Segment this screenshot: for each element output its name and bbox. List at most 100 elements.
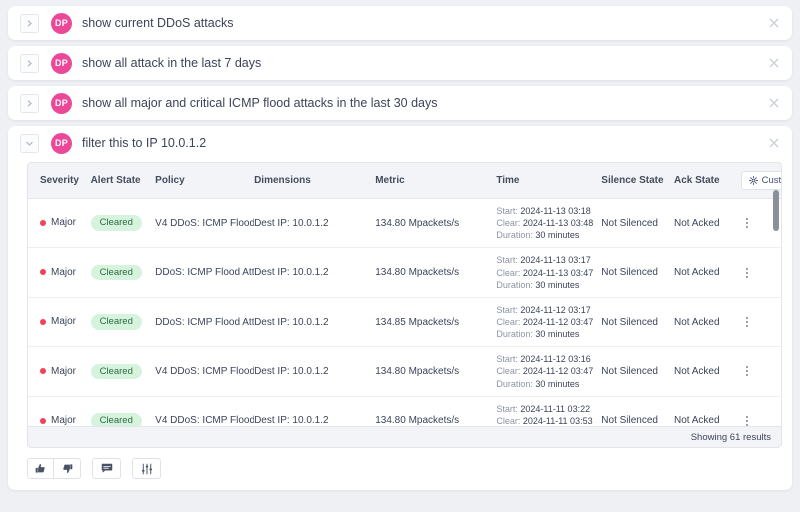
cell-policy: V4 DDoS: ICMP Flood ... — [155, 396, 255, 426]
cell-severity: Major — [28, 346, 91, 397]
thumbs-down-button[interactable] — [54, 458, 81, 479]
chevron-right-icon — [27, 59, 32, 67]
time-start: Start: 2024-11-13 03:17 — [496, 255, 591, 266]
cell-alert-state: Cleared — [90, 247, 156, 298]
time-start: Start: 2024-11-11 03:22 — [496, 403, 591, 414]
customize-label: Customize — [761, 175, 781, 186]
col-ack-state[interactable]: Ack State — [673, 163, 741, 199]
table-row[interactable]: Major Cleared V4 DDoS: ICMP Flood ...Dest … — [28, 198, 781, 249]
gear-icon — [748, 176, 758, 185]
time-clear: Clear: 2024-11-11 03:53 — [496, 415, 593, 426]
close-icon[interactable] — [767, 136, 781, 150]
cell-silence-state: Not Silenced — [601, 247, 674, 298]
cell-metric: 134.80 Mpackets/s — [375, 247, 497, 298]
time-duration: Duration: 30 minutes — [496, 329, 580, 340]
row-menu-button[interactable] — [741, 317, 753, 328]
cell-policy: V4 DDoS: ICMP Flood ... — [155, 198, 255, 249]
time-start: Start: 2024-11-12 03:16 — [496, 354, 591, 365]
cell-dimensions: Dest IP: 10.0.1.2 — [254, 247, 376, 298]
row-menu-button[interactable] — [741, 267, 753, 278]
col-alert-state[interactable]: Alert State — [90, 163, 156, 199]
comment-icon — [101, 463, 112, 473]
col-dimensions[interactable]: Dimensions — [254, 163, 376, 199]
cell-ack-state: Not Acked — [673, 297, 741, 348]
close-icon[interactable] — [767, 56, 781, 70]
expand-toggle-button[interactable] — [20, 13, 39, 33]
query-card: DP show current DDoS attacks — [8, 6, 792, 40]
status-badge: Cleared — [90, 215, 142, 231]
feedback-bar — [8, 448, 792, 490]
col-metric[interactable]: Metric — [375, 163, 497, 199]
expand-toggle-button[interactable] — [20, 93, 39, 113]
scrollbar-thumb[interactable] — [773, 190, 779, 231]
table-header-row: Severity Alert State Policy Dimensions M… — [28, 163, 781, 199]
collapse-toggle-button[interactable] — [20, 133, 39, 153]
row-menu-button[interactable] — [741, 218, 753, 229]
tune-settings-button[interactable] — [132, 458, 161, 479]
time-duration: Duration: 30 minutes — [496, 279, 580, 290]
table-row[interactable]: Major Cleared DDoS: ICMP Flood Att... Dest … — [28, 297, 781, 348]
cell-time: Start: 2024-11-13 03:17 Clear: 2024-11-13… — [496, 247, 602, 298]
table-row[interactable]: Major Cleared DDoS: ICMP Flood Att... Dest … — [28, 247, 781, 298]
avatar: DP — [51, 12, 72, 34]
cell-time: Start: 2024-11-11 03:22 Clear: 2024-11-11… — [496, 396, 602, 426]
time-duration: Duration: 30 minutes — [496, 378, 580, 389]
severity-label: Major — [51, 217, 77, 229]
severity-dot — [40, 219, 46, 226]
cell-alert-state: Cleared — [90, 198, 156, 249]
thumbs-up-button[interactable] — [27, 458, 54, 479]
cell-silence-state: Not Silenced — [601, 396, 674, 426]
query-text: show all attack in the last 7 days — [82, 56, 262, 70]
col-time[interactable]: Time — [496, 163, 602, 199]
query-text: filter this to IP 10.0.1.2 — [82, 136, 207, 150]
cell-alert-state: Cleared — [90, 297, 156, 348]
severity-label: Major — [51, 316, 77, 328]
time-clear: Clear: 2024-11-13 03:48 — [496, 218, 594, 229]
table-scroll-area[interactable]: Severity Alert State Policy Dimensions M… — [28, 163, 781, 426]
cell-time: Start: 2024-11-12 03:17 Clear: 2024-11-12… — [496, 297, 602, 348]
cell-ack-state: Not Acked — [673, 198, 741, 249]
table-row[interactable]: Major Cleared V4 DDoS: ICMP Flood ...Dest … — [28, 396, 781, 426]
cell-dimensions: Dest IP: 10.0.1.2 — [254, 297, 376, 348]
severity-dot — [40, 417, 46, 424]
cell-ack-state: Not Acked — [673, 247, 741, 298]
row-menu-button[interactable] — [741, 415, 753, 426]
avatar: DP — [51, 92, 72, 114]
cell-silence-state: Not Silenced — [601, 198, 674, 249]
cell-ack-state: Not Acked — [673, 346, 741, 397]
cell-time: Start: 2024-11-12 03:16 Clear: 2024-11-12… — [496, 346, 602, 397]
col-severity[interactable]: Severity — [28, 163, 91, 199]
results-count: Showing 61 results — [690, 431, 771, 443]
cell-ack-state: Not Acked — [673, 396, 741, 426]
table-vertical-scrollbar[interactable] — [773, 190, 779, 426]
cell-silence-state: Not Silenced — [601, 346, 674, 397]
close-icon[interactable] — [767, 16, 781, 30]
table-footer: Showing 61 results — [28, 426, 781, 447]
status-badge: Cleared — [90, 363, 142, 380]
cell-silence-state: Not Silenced — [601, 297, 674, 348]
cell-severity: Major — [28, 297, 91, 348]
query-text: show all major and critical ICMP flood a… — [82, 96, 438, 110]
cell-policy: DDoS: ICMP Flood Att... — [155, 297, 255, 348]
avatar: DP — [51, 52, 72, 74]
close-icon[interactable] — [767, 96, 781, 110]
alerts-table: Severity Alert State Policy Dimensions M… — [28, 163, 781, 426]
cell-severity: Major — [28, 396, 91, 426]
sliders-icon — [141, 463, 152, 474]
customize-button[interactable]: Customize — [740, 171, 781, 190]
table-row[interactable]: Major Cleared V4 DDoS: ICMP Flood ...Dest … — [28, 346, 781, 397]
thumbs-down-icon — [62, 464, 72, 473]
col-silence-state[interactable]: Silence State — [601, 163, 674, 199]
cell-time: Start: 2024-11-13 03:18 Clear: 2024-11-13… — [496, 198, 602, 249]
expand-toggle-button[interactable] — [20, 53, 39, 73]
col-policy[interactable]: Policy — [155, 163, 255, 199]
severity-dot — [40, 318, 46, 325]
cell-metric: 134.80 Mpackets/s — [375, 346, 497, 397]
time-clear: Clear: 2024-11-12 03:47 — [496, 316, 594, 327]
cell-alert-state: Cleared — [90, 346, 156, 397]
cell-metric: 134.80 Mpackets/s — [375, 396, 497, 426]
query-header: DP filter this to IP 10.0.1.2 — [8, 126, 792, 160]
row-menu-button[interactable] — [741, 366, 753, 377]
time-duration: Duration: 30 minutes — [496, 230, 580, 241]
comment-button[interactable] — [92, 458, 121, 479]
